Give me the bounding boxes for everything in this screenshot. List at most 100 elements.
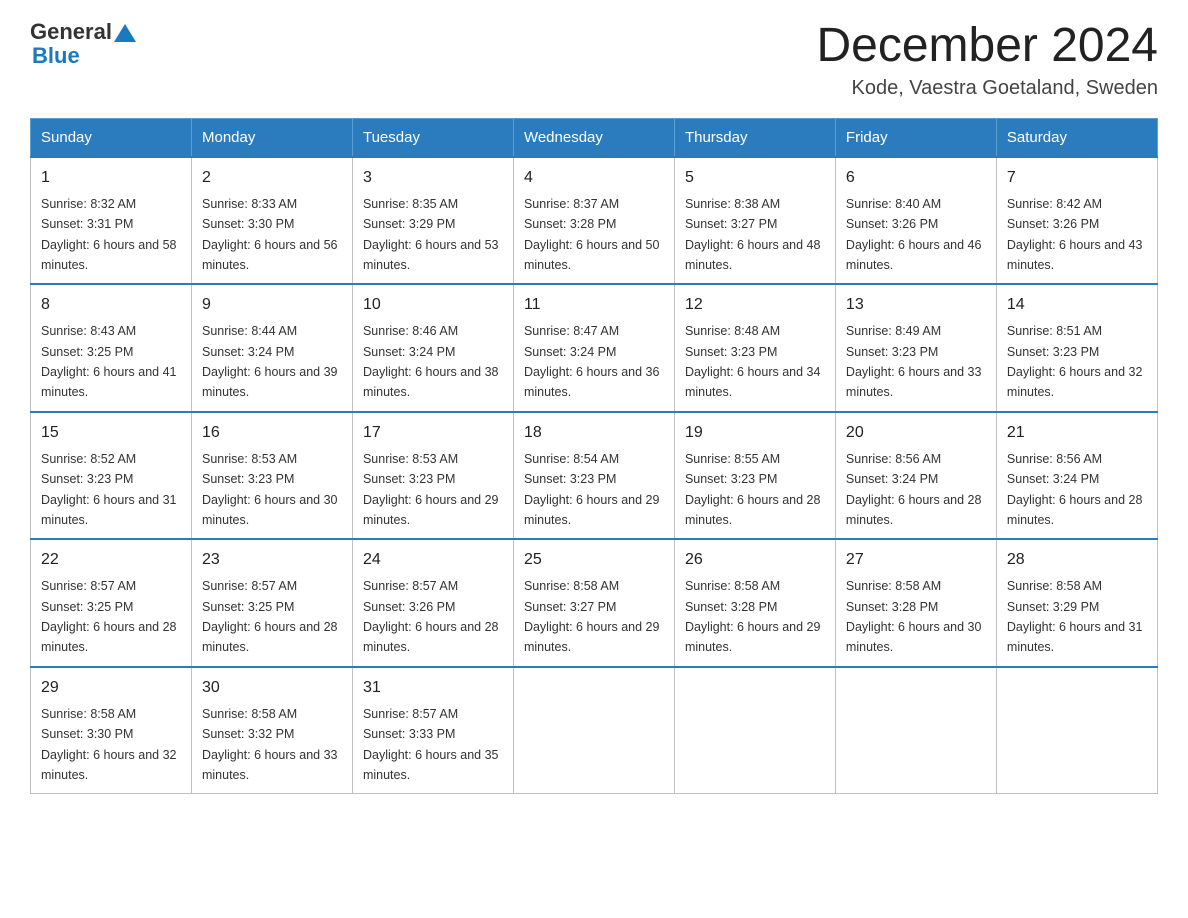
day-info: Sunrise: 8:44 AMSunset: 3:24 PMDaylight:… <box>202 324 338 399</box>
day-number: 12 <box>685 293 825 317</box>
calendar-cell: 29 Sunrise: 8:58 AMSunset: 3:30 PMDaylig… <box>31 667 192 794</box>
day-number: 10 <box>363 293 503 317</box>
calendar-cell: 21 Sunrise: 8:56 AMSunset: 3:24 PMDaylig… <box>996 412 1157 540</box>
day-number: 31 <box>363 676 503 700</box>
calendar-cell: 26 Sunrise: 8:58 AMSunset: 3:28 PMDaylig… <box>674 539 835 667</box>
day-number: 25 <box>524 548 664 572</box>
calendar-cell: 1 Sunrise: 8:32 AMSunset: 3:31 PMDayligh… <box>31 157 192 285</box>
calendar-cell <box>996 667 1157 794</box>
calendar-cell: 12 Sunrise: 8:48 AMSunset: 3:23 PMDaylig… <box>674 284 835 412</box>
week-row-5: 29 Sunrise: 8:58 AMSunset: 3:30 PMDaylig… <box>31 667 1158 794</box>
day-number: 11 <box>524 293 664 317</box>
day-number: 4 <box>524 166 664 190</box>
day-info: Sunrise: 8:38 AMSunset: 3:27 PMDaylight:… <box>685 197 821 272</box>
day-number: 20 <box>846 421 986 445</box>
logo-text-blue: Blue <box>32 44 136 68</box>
week-row-2: 8 Sunrise: 8:43 AMSunset: 3:25 PMDayligh… <box>31 284 1158 412</box>
day-info: Sunrise: 8:35 AMSunset: 3:29 PMDaylight:… <box>363 197 499 272</box>
calendar-cell: 16 Sunrise: 8:53 AMSunset: 3:23 PMDaylig… <box>191 412 352 540</box>
col-thursday: Thursday <box>674 118 835 157</box>
day-number: 30 <box>202 676 342 700</box>
week-row-1: 1 Sunrise: 8:32 AMSunset: 3:31 PMDayligh… <box>31 157 1158 285</box>
calendar-cell: 4 Sunrise: 8:37 AMSunset: 3:28 PMDayligh… <box>513 157 674 285</box>
col-tuesday: Tuesday <box>352 118 513 157</box>
day-number: 8 <box>41 293 181 317</box>
week-row-4: 22 Sunrise: 8:57 AMSunset: 3:25 PMDaylig… <box>31 539 1158 667</box>
day-info: Sunrise: 8:58 AMSunset: 3:28 PMDaylight:… <box>685 579 821 654</box>
day-info: Sunrise: 8:42 AMSunset: 3:26 PMDaylight:… <box>1007 197 1143 272</box>
day-info: Sunrise: 8:37 AMSunset: 3:28 PMDaylight:… <box>524 197 660 272</box>
col-wednesday: Wednesday <box>513 118 674 157</box>
day-number: 19 <box>685 421 825 445</box>
logo: General Blue <box>30 20 136 68</box>
day-info: Sunrise: 8:40 AMSunset: 3:26 PMDaylight:… <box>846 197 982 272</box>
title-block: December 2024 Kode, Vaestra Goetaland, S… <box>816 20 1158 100</box>
calendar-cell: 31 Sunrise: 8:57 AMSunset: 3:33 PMDaylig… <box>352 667 513 794</box>
day-number: 17 <box>363 421 503 445</box>
calendar-cell: 17 Sunrise: 8:53 AMSunset: 3:23 PMDaylig… <box>352 412 513 540</box>
calendar-cell: 13 Sunrise: 8:49 AMSunset: 3:23 PMDaylig… <box>835 284 996 412</box>
day-info: Sunrise: 8:57 AMSunset: 3:26 PMDaylight:… <box>363 579 499 654</box>
calendar-cell: 6 Sunrise: 8:40 AMSunset: 3:26 PMDayligh… <box>835 157 996 285</box>
day-number: 16 <box>202 421 342 445</box>
day-info: Sunrise: 8:53 AMSunset: 3:23 PMDaylight:… <box>363 452 499 527</box>
calendar-cell: 22 Sunrise: 8:57 AMSunset: 3:25 PMDaylig… <box>31 539 192 667</box>
day-info: Sunrise: 8:58 AMSunset: 3:32 PMDaylight:… <box>202 707 338 782</box>
day-number: 21 <box>1007 421 1147 445</box>
calendar-cell: 23 Sunrise: 8:57 AMSunset: 3:25 PMDaylig… <box>191 539 352 667</box>
calendar-cell: 18 Sunrise: 8:54 AMSunset: 3:23 PMDaylig… <box>513 412 674 540</box>
header-row: Sunday Monday Tuesday Wednesday Thursday… <box>31 118 1158 157</box>
day-info: Sunrise: 8:48 AMSunset: 3:23 PMDaylight:… <box>685 324 821 399</box>
day-info: Sunrise: 8:58 AMSunset: 3:27 PMDaylight:… <box>524 579 660 654</box>
calendar-cell <box>835 667 996 794</box>
calendar-cell: 30 Sunrise: 8:58 AMSunset: 3:32 PMDaylig… <box>191 667 352 794</box>
day-number: 5 <box>685 166 825 190</box>
day-number: 22 <box>41 548 181 572</box>
calendar-cell: 3 Sunrise: 8:35 AMSunset: 3:29 PMDayligh… <box>352 157 513 285</box>
day-number: 15 <box>41 421 181 445</box>
day-number: 2 <box>202 166 342 190</box>
day-number: 29 <box>41 676 181 700</box>
logo-triangle-icon <box>114 22 136 44</box>
logo-text-general: General <box>30 20 112 44</box>
day-number: 27 <box>846 548 986 572</box>
day-info: Sunrise: 8:57 AMSunset: 3:25 PMDaylight:… <box>41 579 177 654</box>
calendar-cell: 15 Sunrise: 8:52 AMSunset: 3:23 PMDaylig… <box>31 412 192 540</box>
calendar-cell: 7 Sunrise: 8:42 AMSunset: 3:26 PMDayligh… <box>996 157 1157 285</box>
calendar-cell: 14 Sunrise: 8:51 AMSunset: 3:23 PMDaylig… <box>996 284 1157 412</box>
calendar-cell: 20 Sunrise: 8:56 AMSunset: 3:24 PMDaylig… <box>835 412 996 540</box>
day-info: Sunrise: 8:51 AMSunset: 3:23 PMDaylight:… <box>1007 324 1143 399</box>
day-info: Sunrise: 8:58 AMSunset: 3:29 PMDaylight:… <box>1007 579 1143 654</box>
calendar-cell: 2 Sunrise: 8:33 AMSunset: 3:30 PMDayligh… <box>191 157 352 285</box>
day-number: 1 <box>41 166 181 190</box>
day-number: 3 <box>363 166 503 190</box>
calendar-cell: 28 Sunrise: 8:58 AMSunset: 3:29 PMDaylig… <box>996 539 1157 667</box>
day-number: 14 <box>1007 293 1147 317</box>
day-info: Sunrise: 8:57 AMSunset: 3:25 PMDaylight:… <box>202 579 338 654</box>
calendar-cell: 11 Sunrise: 8:47 AMSunset: 3:24 PMDaylig… <box>513 284 674 412</box>
calendar-cell <box>674 667 835 794</box>
calendar-cell: 25 Sunrise: 8:58 AMSunset: 3:27 PMDaylig… <box>513 539 674 667</box>
day-number: 28 <box>1007 548 1147 572</box>
calendar-cell: 24 Sunrise: 8:57 AMSunset: 3:26 PMDaylig… <box>352 539 513 667</box>
calendar-cell: 27 Sunrise: 8:58 AMSunset: 3:28 PMDaylig… <box>835 539 996 667</box>
day-number: 13 <box>846 293 986 317</box>
col-friday: Friday <box>835 118 996 157</box>
day-info: Sunrise: 8:32 AMSunset: 3:31 PMDaylight:… <box>41 197 177 272</box>
day-info: Sunrise: 8:58 AMSunset: 3:28 PMDaylight:… <box>846 579 982 654</box>
day-info: Sunrise: 8:54 AMSunset: 3:23 PMDaylight:… <box>524 452 660 527</box>
calendar-cell: 5 Sunrise: 8:38 AMSunset: 3:27 PMDayligh… <box>674 157 835 285</box>
day-info: Sunrise: 8:49 AMSunset: 3:23 PMDaylight:… <box>846 324 982 399</box>
day-info: Sunrise: 8:56 AMSunset: 3:24 PMDaylight:… <box>846 452 982 527</box>
day-info: Sunrise: 8:43 AMSunset: 3:25 PMDaylight:… <box>41 324 177 399</box>
calendar-cell <box>513 667 674 794</box>
day-number: 7 <box>1007 166 1147 190</box>
day-info: Sunrise: 8:57 AMSunset: 3:33 PMDaylight:… <box>363 707 499 782</box>
col-saturday: Saturday <box>996 118 1157 157</box>
day-number: 9 <box>202 293 342 317</box>
col-monday: Monday <box>191 118 352 157</box>
calendar-cell: 8 Sunrise: 8:43 AMSunset: 3:25 PMDayligh… <box>31 284 192 412</box>
day-number: 23 <box>202 548 342 572</box>
col-sunday: Sunday <box>31 118 192 157</box>
calendar-cell: 9 Sunrise: 8:44 AMSunset: 3:24 PMDayligh… <box>191 284 352 412</box>
